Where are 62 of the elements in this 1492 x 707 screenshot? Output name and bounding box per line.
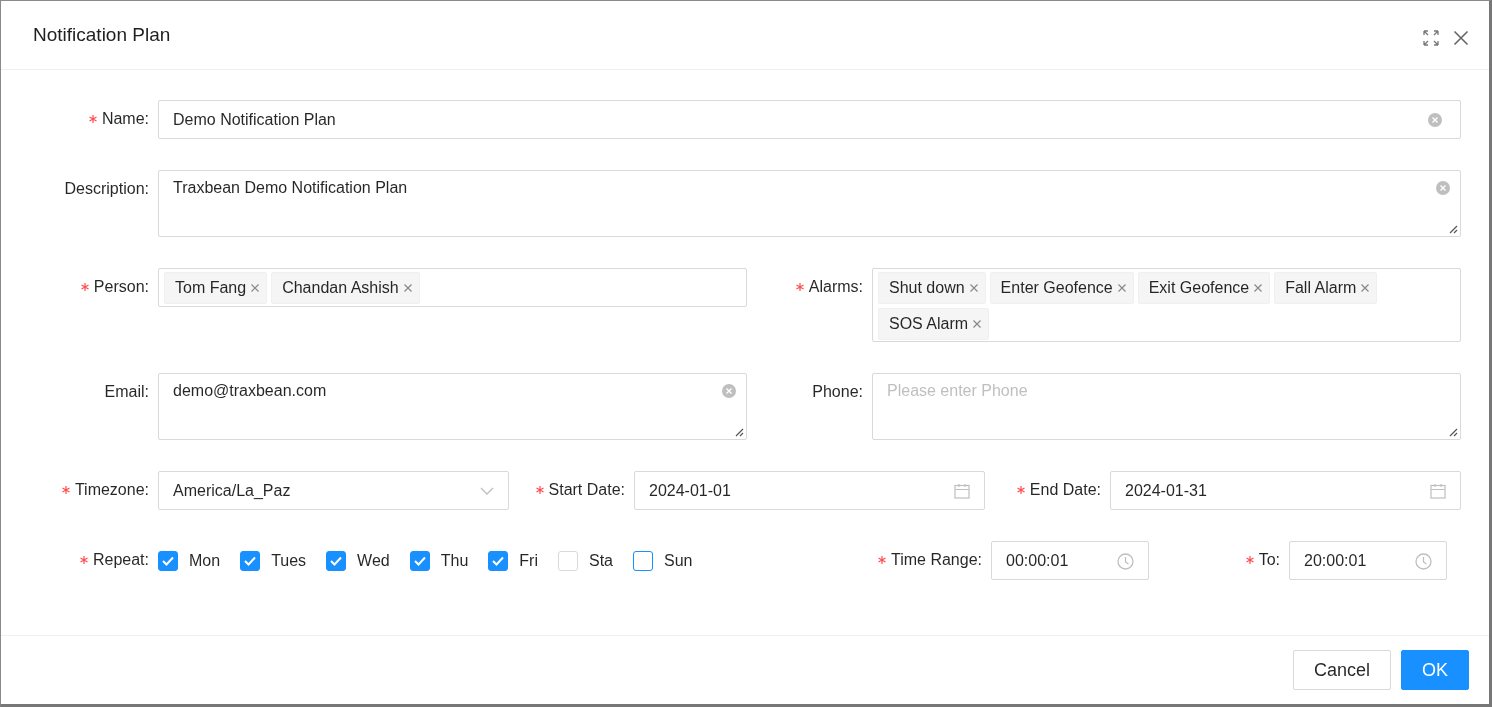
clock-icon bbox=[1415, 553, 1432, 570]
day-checkbox[interactable]: Sta bbox=[557, 550, 613, 571]
tag-close-icon[interactable] bbox=[402, 283, 413, 293]
selected-tag: Fall Alarm bbox=[1274, 272, 1378, 304]
selected-tag: Exit Geofence bbox=[1137, 272, 1271, 304]
checkmark-icon bbox=[162, 555, 174, 566]
checkmark-icon bbox=[413, 555, 426, 566]
description-textarea[interactable]: Traxbean Demo Notification Plan bbox=[158, 170, 1461, 237]
cancel-button[interactable]: Cancel bbox=[1292, 650, 1391, 690]
day-checkbox[interactable]: Fri bbox=[488, 550, 538, 571]
field-label: Name: bbox=[101, 110, 149, 128]
selected-tag: Shut down bbox=[878, 272, 986, 304]
day-checkbox[interactable]: Wed bbox=[326, 550, 390, 571]
field-label: Phone: bbox=[812, 383, 863, 401]
resize-grip-icon[interactable] bbox=[735, 428, 744, 437]
field-label: Start Date: bbox=[548, 481, 625, 499]
field-label: Email: bbox=[104, 383, 149, 401]
tag-close-icon[interactable] bbox=[972, 319, 983, 329]
close-icon[interactable] bbox=[1453, 30, 1469, 46]
clock-icon bbox=[1117, 553, 1134, 570]
end-date-picker[interactable]: 2024-01-31 bbox=[1110, 471, 1461, 510]
tag-close-icon[interactable] bbox=[1116, 283, 1127, 293]
name-input[interactable]: Demo Notification Plan bbox=[158, 100, 1461, 139]
end-time-picker[interactable]: 20:00:01 bbox=[1289, 541, 1447, 580]
checkmark-icon bbox=[244, 555, 257, 566]
clear-icon[interactable] bbox=[1436, 181, 1450, 195]
day-checkbox[interactable]: Mon bbox=[158, 550, 221, 571]
fullscreen-icon[interactable] bbox=[1423, 30, 1439, 46]
checkmark-icon bbox=[330, 555, 343, 566]
selected-tag: Tom Fang bbox=[164, 272, 268, 304]
field-label: Repeat: bbox=[92, 551, 149, 569]
field-label: End Date: bbox=[1029, 481, 1101, 499]
resize-grip-icon[interactable] bbox=[1449, 225, 1458, 234]
timezone-select[interactable]: America/La_Paz bbox=[158, 471, 509, 510]
calendar-icon bbox=[954, 483, 970, 499]
selected-tag: Enter Geofence bbox=[989, 272, 1134, 304]
dialog-title: Notification Plan bbox=[33, 24, 172, 46]
day-checkbox[interactable]: Sun bbox=[632, 550, 693, 571]
tag-close-icon[interactable] bbox=[968, 283, 979, 293]
email-textarea[interactable]: demo@traxbean.com bbox=[158, 373, 747, 440]
clear-icon[interactable] bbox=[1428, 113, 1442, 127]
start-date-picker[interactable]: 2024-01-01 bbox=[634, 471, 985, 510]
resize-grip-icon[interactable] bbox=[1449, 428, 1458, 437]
tag-close-icon[interactable] bbox=[1360, 283, 1371, 293]
selected-tag: SOS Alarm bbox=[878, 308, 990, 340]
checkmark-icon bbox=[492, 555, 505, 566]
clear-icon[interactable] bbox=[722, 384, 736, 398]
day-checkbox[interactable]: Tues bbox=[240, 550, 307, 571]
alarms-select[interactable]: Shut down Enter Geofence Exit Geofence Fall Alarm SOS Alarm bbox=[872, 268, 1461, 342]
selected-tag: Chandan Ashish bbox=[271, 272, 420, 304]
field-label: Alarms: bbox=[808, 278, 863, 296]
tag-close-icon[interactable] bbox=[1253, 283, 1264, 293]
field-label: Person: bbox=[93, 278, 149, 296]
person-select[interactable]: Tom Fang Chandan Ashish bbox=[158, 268, 747, 307]
calendar-icon bbox=[1430, 483, 1446, 499]
start-time-picker[interactable]: 00:00:01 bbox=[991, 541, 1149, 580]
field-label: Description: bbox=[64, 180, 149, 198]
field-label: Timezone: bbox=[74, 481, 149, 499]
field-label: Time Range: bbox=[891, 551, 982, 569]
day-checkbox[interactable]: Thu bbox=[409, 550, 469, 571]
tag-close-icon[interactable] bbox=[250, 283, 261, 293]
field-label: To: bbox=[1258, 551, 1280, 569]
